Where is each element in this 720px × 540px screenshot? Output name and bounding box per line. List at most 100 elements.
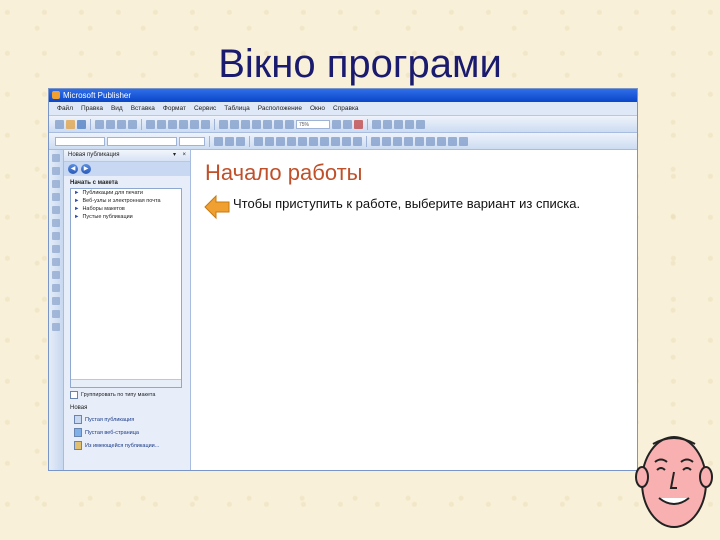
align-center-icon[interactable] bbox=[265, 136, 274, 146]
picture-tool-icon[interactable] bbox=[52, 206, 60, 214]
design-gallery-icon[interactable] bbox=[52, 323, 60, 331]
boundaries-icon[interactable] bbox=[274, 119, 283, 129]
dash-style-icon[interactable] bbox=[415, 136, 424, 146]
clip-art-icon[interactable] bbox=[52, 219, 60, 227]
fill-color-icon[interactable] bbox=[371, 136, 380, 146]
list-item[interactable]: ► Веб-узлы и электронная почта bbox=[71, 197, 181, 205]
columns-icon[interactable] bbox=[252, 119, 261, 129]
group-by-design-checkbox[interactable] bbox=[70, 391, 78, 399]
from-existing-publication-link[interactable]: Из имеющейся публикации... bbox=[74, 441, 190, 450]
bold-icon[interactable] bbox=[214, 136, 223, 146]
menu-help[interactable]: Справка bbox=[333, 102, 359, 115]
group-by-design-option[interactable]: Группировать по типу макета bbox=[70, 391, 190, 399]
special-characters-icon[interactable] bbox=[285, 119, 294, 129]
back-icon[interactable]: ◀ bbox=[68, 164, 78, 174]
new-icon[interactable] bbox=[55, 119, 64, 129]
hot-spot-icon[interactable] bbox=[52, 297, 60, 305]
font-size-decrease-icon[interactable] bbox=[353, 136, 362, 146]
underline-icon[interactable] bbox=[236, 136, 245, 146]
insert-table-icon[interactable] bbox=[383, 119, 392, 129]
arrow-style-icon[interactable] bbox=[426, 136, 435, 146]
existing-file-icon bbox=[74, 441, 82, 450]
wordart-icon[interactable] bbox=[394, 119, 403, 129]
blank-publication-link[interactable]: Пустая публикация bbox=[74, 415, 190, 424]
font-size-increase-icon[interactable] bbox=[342, 136, 351, 146]
numbering-icon[interactable] bbox=[298, 136, 307, 146]
open-icon[interactable] bbox=[66, 119, 75, 129]
main-area: Новая публикация ▾ × ◀ ▶ Начать с макета… bbox=[49, 150, 637, 470]
zoom-select[interactable]: 75% bbox=[296, 119, 330, 129]
menu-format[interactable]: Формат bbox=[163, 102, 186, 115]
print-preview-icon[interactable] bbox=[106, 119, 115, 129]
publisher-window: Microsoft Publisher Файл Правка Вид Вста… bbox=[48, 88, 638, 471]
new-section-heading: Новая bbox=[70, 405, 88, 411]
toolbar-options-icon[interactable] bbox=[459, 136, 468, 146]
save-icon[interactable] bbox=[77, 119, 86, 129]
font-color-icon[interactable] bbox=[393, 136, 402, 146]
paste-icon[interactable] bbox=[168, 119, 177, 129]
undo-icon[interactable] bbox=[190, 119, 199, 129]
3d-style-icon[interactable] bbox=[448, 136, 457, 146]
blank-web-page-link[interactable]: Пустая веб-страница bbox=[74, 428, 190, 437]
bring-forward-icon[interactable] bbox=[219, 119, 228, 129]
redo-icon[interactable] bbox=[201, 119, 210, 129]
align-left-icon[interactable] bbox=[254, 136, 263, 146]
font-select[interactable] bbox=[107, 136, 177, 146]
research-icon[interactable] bbox=[128, 119, 137, 129]
copy-icon[interactable] bbox=[157, 119, 166, 129]
text-box-icon[interactable] bbox=[372, 119, 381, 129]
list-item[interactable]: ► Пустые публикации bbox=[71, 213, 181, 221]
zoom-out-icon[interactable] bbox=[332, 119, 341, 129]
menu-arrange[interactable]: Расположение bbox=[258, 102, 302, 115]
italic-icon[interactable] bbox=[225, 136, 234, 146]
decrease-indent-icon[interactable] bbox=[320, 136, 329, 146]
expand-arrow-icon: ► bbox=[74, 206, 80, 212]
menu-tools[interactable]: Сервис bbox=[194, 102, 216, 115]
forward-icon[interactable]: ▶ bbox=[81, 164, 91, 174]
close-icon[interactable]: × bbox=[182, 150, 186, 161]
line-style-icon[interactable] bbox=[404, 136, 413, 146]
print-icon[interactable] bbox=[95, 119, 104, 129]
font-size-select[interactable] bbox=[179, 136, 205, 146]
shadow-style-icon[interactable] bbox=[437, 136, 446, 146]
menu-window[interactable]: Окно bbox=[310, 102, 325, 115]
menu-table[interactable]: Таблица bbox=[224, 102, 250, 115]
increase-indent-icon[interactable] bbox=[331, 136, 340, 146]
list-item[interactable]: ► Публикации для печати bbox=[71, 189, 181, 197]
toolbar-options-icon[interactable] bbox=[416, 119, 425, 129]
publication-icon bbox=[74, 415, 82, 424]
table-tool-icon[interactable] bbox=[52, 180, 60, 188]
hyperlink-icon[interactable] bbox=[263, 119, 272, 129]
bullets-icon[interactable] bbox=[309, 136, 318, 146]
select-object-icon[interactable] bbox=[52, 154, 60, 162]
wordart-tool-icon[interactable] bbox=[52, 193, 60, 201]
menu-edit[interactable]: Правка bbox=[81, 102, 103, 115]
list-item[interactable]: ► Наборы макетов bbox=[71, 205, 181, 213]
format-painter-icon[interactable] bbox=[179, 119, 188, 129]
toolbar-divider bbox=[249, 135, 250, 147]
chevron-down-icon[interactable]: ▾ bbox=[173, 150, 176, 161]
zoom-in-icon[interactable] bbox=[343, 119, 352, 129]
oval-tool-icon[interactable] bbox=[52, 258, 60, 266]
send-backward-icon[interactable] bbox=[230, 119, 239, 129]
picture-frame-icon[interactable] bbox=[405, 119, 414, 129]
align-right-icon[interactable] bbox=[276, 136, 285, 146]
workspace-instruction: Чтобы приступить к работе, выберите вари… bbox=[233, 196, 581, 211]
text-box-tool-icon[interactable] bbox=[52, 167, 60, 175]
autoshapes-icon[interactable] bbox=[52, 284, 60, 292]
justify-icon[interactable] bbox=[287, 136, 296, 146]
rotate-icon[interactable] bbox=[241, 119, 250, 129]
style-select[interactable] bbox=[55, 136, 105, 146]
horizontal-scrollbar[interactable] bbox=[71, 379, 181, 387]
rectangle-tool-icon[interactable] bbox=[52, 271, 60, 279]
form-control-icon[interactable] bbox=[52, 310, 60, 318]
menu-file[interactable]: Файл bbox=[57, 102, 73, 115]
menu-insert[interactable]: Вставка bbox=[131, 102, 155, 115]
menu-view[interactable]: Вид bbox=[111, 102, 123, 115]
spelling-icon[interactable] bbox=[117, 119, 126, 129]
cut-icon[interactable] bbox=[146, 119, 155, 129]
help-icon[interactable] bbox=[354, 119, 363, 129]
arrow-tool-icon[interactable] bbox=[52, 245, 60, 253]
line-color-icon[interactable] bbox=[382, 136, 391, 146]
line-tool-icon[interactable] bbox=[52, 232, 60, 240]
